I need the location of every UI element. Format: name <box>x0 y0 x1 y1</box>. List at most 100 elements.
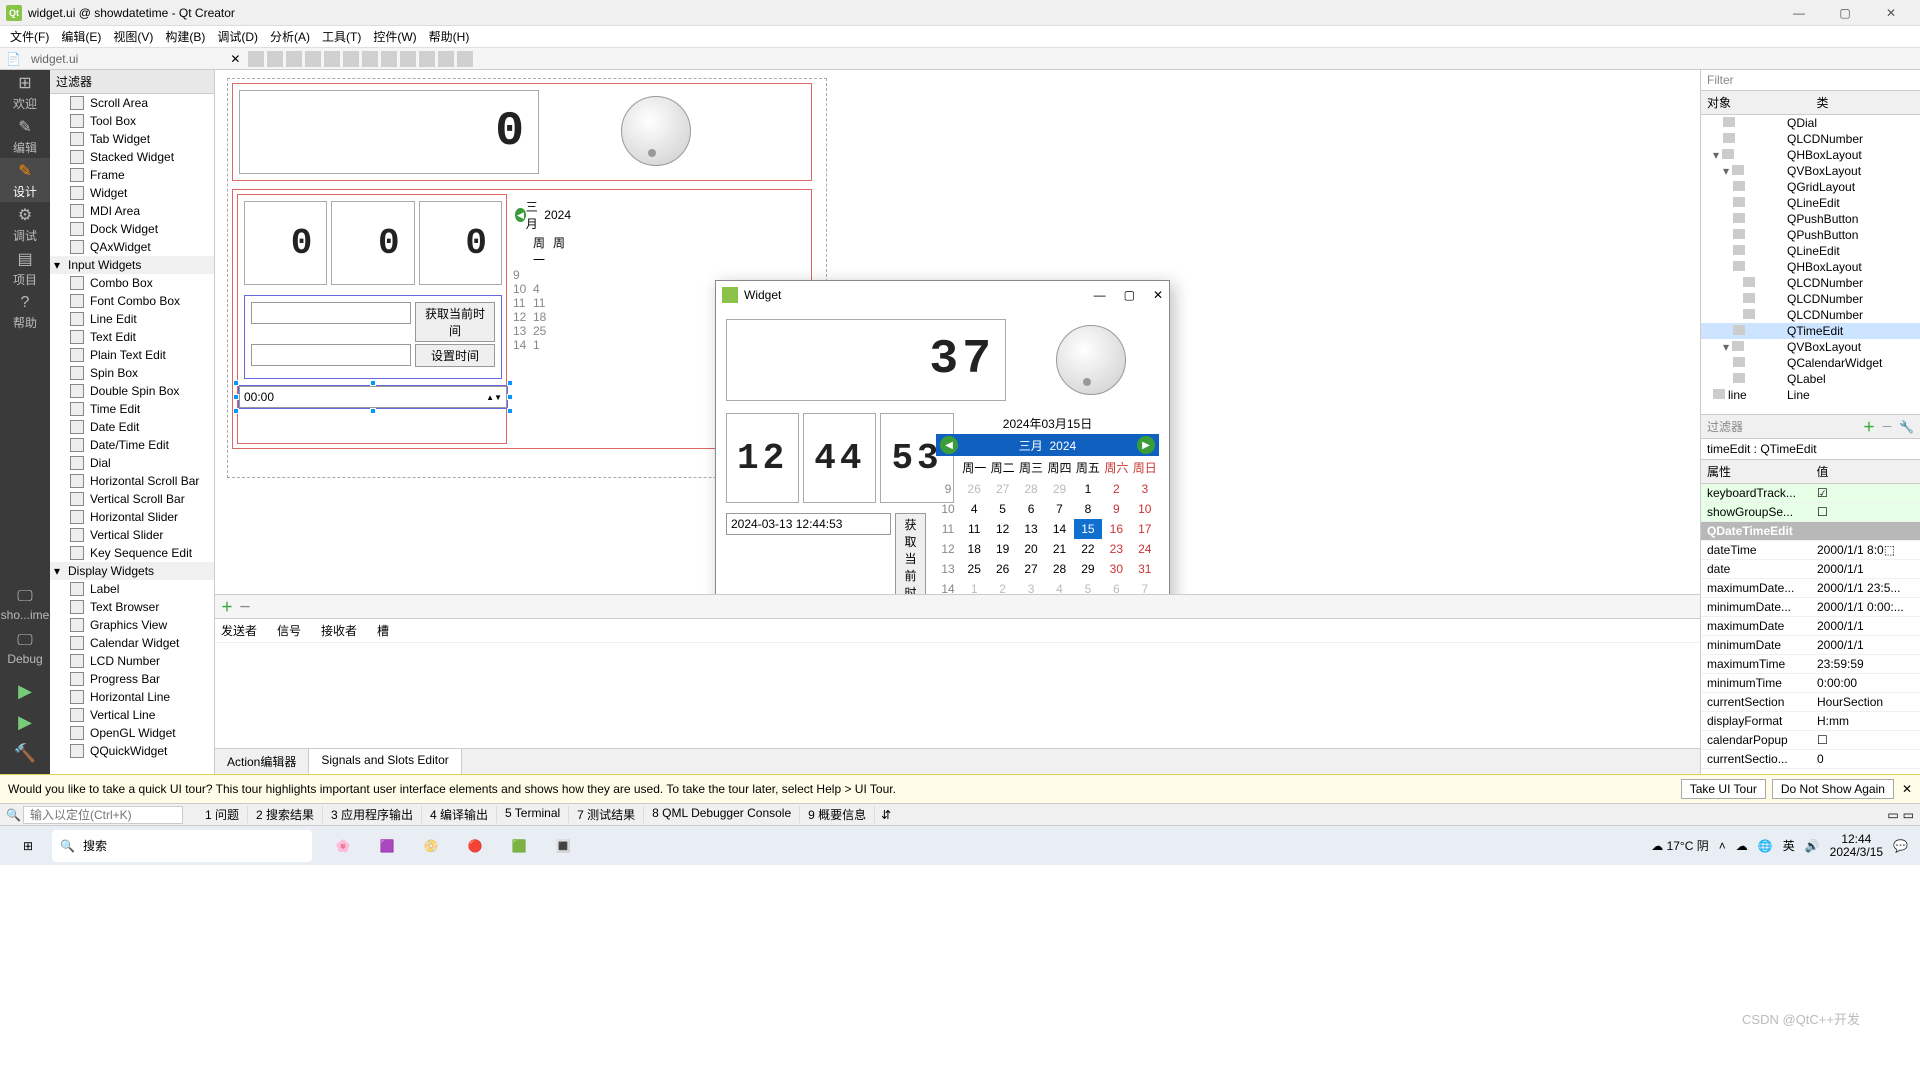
tab[interactable]: Signals and Slots Editor <box>309 749 461 774</box>
object-tree-row[interactable]: QGridLayout <box>1701 179 1920 195</box>
widget-item[interactable]: Vertical Scroll Bar <box>50 490 214 508</box>
property-row[interactable]: date2000/1/1 <box>1701 560 1920 579</box>
chevron-icon[interactable]: ⇵ <box>881 808 891 822</box>
property-row[interactable]: minimumTime0:00:00 <box>1701 674 1920 693</box>
calendar-day[interactable]: 2 <box>988 579 1016 594</box>
remove-icon[interactable]: － <box>239 598 251 615</box>
property-row[interactable]: maximumDate...2000/1/1 23:5... <box>1701 579 1920 598</box>
property-row[interactable]: currentSectio...0 <box>1701 750 1920 769</box>
calendar-day[interactable]: 29 <box>1045 479 1073 499</box>
widget-item[interactable]: Tool Box <box>50 112 214 130</box>
calendar-day[interactable]: 26 <box>988 559 1016 579</box>
widget-category[interactable]: Display Widgets <box>50 562 214 580</box>
wrench-icon[interactable]: 🔧 <box>1899 420 1914 434</box>
ime-icon[interactable]: 英 <box>1783 837 1795 854</box>
calendar-day[interactable]: 16 <box>1102 519 1130 539</box>
panel-toggle-icon[interactable]: ▭ <box>1887 808 1898 822</box>
widget-item[interactable]: Date/Time Edit <box>50 436 214 454</box>
object-tree-row[interactable]: QLabel <box>1701 371 1920 387</box>
output-tab[interactable]: 9 概要信息 <box>800 806 875 823</box>
mode-帮助[interactable]: ?帮助 <box>0 290 50 334</box>
widget-item[interactable]: Dock Widget <box>50 220 214 238</box>
lineedit-2[interactable] <box>251 344 411 366</box>
toolbar-icon[interactable] <box>248 51 264 67</box>
runtime-window[interactable]: Widget — ▢ ✕ 37 12 <box>715 280 1170 594</box>
property-row[interactable]: QDateTimeEdit <box>1701 522 1920 541</box>
menu-item[interactable]: 构建(B) <box>159 28 211 45</box>
widget-item[interactable]: Line Edit <box>50 310 214 328</box>
toolbar-icon[interactable] <box>419 51 435 67</box>
widget-item[interactable]: Widget <box>50 184 214 202</box>
taskbar-app[interactable]: 📀 <box>410 826 452 866</box>
property-row[interactable]: maximumTime23:59:59 <box>1701 655 1920 674</box>
widget-item[interactable]: Tab Widget <box>50 130 214 148</box>
property-row[interactable]: keyboardTrack...☑ <box>1701 484 1920 503</box>
object-filter[interactable]: Filter <box>1701 70 1920 91</box>
widget-item[interactable]: Scroll Area <box>50 94 214 112</box>
widget-item[interactable]: QQuickWidget <box>50 742 214 760</box>
output-tab[interactable]: 4 编译输出 <box>422 806 497 823</box>
widget-item[interactable]: Key Sequence Edit <box>50 544 214 562</box>
widget-item[interactable]: Horizontal Line <box>50 688 214 706</box>
taskbar-app[interactable]: 🌸 <box>322 826 364 866</box>
widget-item[interactable]: Graphics View <box>50 616 214 634</box>
close-doc-icon[interactable]: ✕ <box>230 52 240 66</box>
menu-item[interactable]: 视图(V) <box>107 28 159 45</box>
cal-prev-icon[interactable]: ◀ <box>515 208 526 222</box>
object-tree-row[interactable]: ▾ QVBoxLayout <box>1701 339 1920 355</box>
calendar-day[interactable]: 6 <box>1017 499 1045 519</box>
widget-item[interactable]: Text Browser <box>50 598 214 616</box>
mode-调试[interactable]: ⚙调试 <box>0 202 50 246</box>
widget-item[interactable]: Font Combo Box <box>50 292 214 310</box>
property-row[interactable]: displayFormatH:mm <box>1701 712 1920 731</box>
rt-dial[interactable] <box>1056 325 1126 395</box>
calendar-day[interactable]: 7 <box>1045 499 1073 519</box>
calendar-day[interactable]: 9 <box>1102 499 1130 519</box>
calendar-day[interactable]: 28 <box>1017 479 1045 499</box>
calendar-day[interactable]: 27 <box>988 479 1016 499</box>
widget-item[interactable]: Horizontal Slider <box>50 508 214 526</box>
minimize-button[interactable]: — <box>1776 0 1822 26</box>
menu-item[interactable]: 调试(D) <box>211 28 264 45</box>
file-name[interactable]: widget.ui <box>23 52 86 66</box>
taskbar-search[interactable]: 🔍搜索 <box>52 830 312 862</box>
calendar-day[interactable]: 10 <box>1131 499 1159 519</box>
calendar-day[interactable]: 17 <box>1131 519 1159 539</box>
menu-item[interactable]: 帮助(H) <box>423 28 476 45</box>
widget-item[interactable]: Dial <box>50 454 214 472</box>
widget-item[interactable]: LCD Number <box>50 652 214 670</box>
widget-item[interactable]: Date Edit <box>50 418 214 436</box>
calendar-day[interactable]: 27 <box>1017 559 1045 579</box>
calendar-day[interactable]: 12 <box>988 519 1016 539</box>
run-button[interactable]: ▶ <box>18 681 32 702</box>
object-tree-row[interactable]: ▾ QHBoxLayout <box>1701 147 1920 163</box>
rt-datetime-field[interactable] <box>726 513 891 535</box>
calendar-day[interactable]: 2 <box>1102 479 1130 499</box>
toolbar-icon[interactable] <box>362 51 378 67</box>
close-icon[interactable]: ✕ <box>1902 782 1912 796</box>
tab[interactable]: Action编辑器 <box>215 749 309 774</box>
onedrive-icon[interactable]: ☁ <box>1736 839 1748 853</box>
property-row[interactable]: showGroupSe...☐ <box>1701 503 1920 522</box>
object-tree-row[interactable]: QPushButton <box>1701 227 1920 243</box>
run-button[interactable]: 🔨 <box>14 743 36 764</box>
calendar-day[interactable]: 20 <box>1017 539 1045 559</box>
calendar-day[interactable]: 21 <box>1045 539 1073 559</box>
output-tab[interactable]: 5 Terminal <box>497 806 569 823</box>
calendar-day[interactable]: 4 <box>960 499 988 519</box>
time-edit[interactable]: 00:00▲▼ <box>239 386 507 408</box>
widget-item[interactable]: Text Edit <box>50 328 214 346</box>
object-tree-row[interactable]: QLineEdit <box>1701 195 1920 211</box>
minimize-button[interactable]: — <box>1094 288 1106 302</box>
menu-item[interactable]: 分析(A) <box>264 28 316 45</box>
toolbar-icon[interactable] <box>324 51 340 67</box>
calendar-day[interactable]: 3 <box>1017 579 1045 594</box>
object-tree-row[interactable]: QCalendarWidget <box>1701 355 1920 371</box>
clock[interactable]: 12:442024/3/15 <box>1830 833 1883 859</box>
object-tree-row[interactable]: QTimeEdit <box>1701 323 1920 339</box>
cal-next-icon[interactable]: ▶ <box>1137 436 1155 454</box>
calendar-day[interactable]: 1 <box>960 579 988 594</box>
property-row[interactable]: minimumDate...2000/1/1 0:00:... <box>1701 598 1920 617</box>
widget-item[interactable]: QAxWidget <box>50 238 214 256</box>
object-tree-row[interactable]: QHBoxLayout <box>1701 259 1920 275</box>
